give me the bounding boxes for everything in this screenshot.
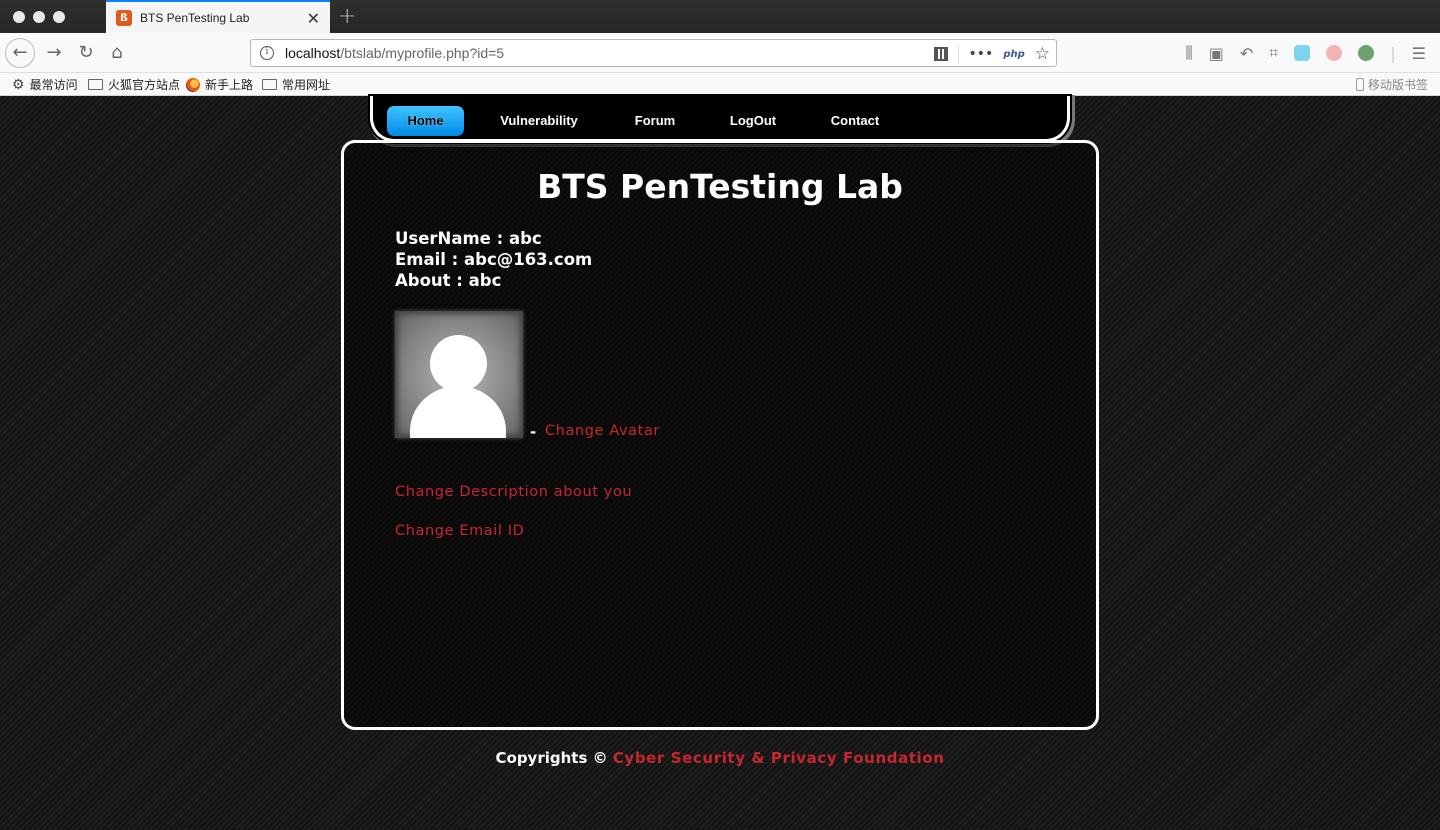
bookmark-common-sites[interactable]: 常用网址 <box>262 76 330 93</box>
page-actions-icon[interactable]: ••• <box>969 46 994 62</box>
menu-item-vulnerability[interactable]: Vulnerability <box>485 106 593 136</box>
bookmark-firefox-official[interactable]: 火狐官方站点 <box>88 76 180 93</box>
url-bar[interactable]: i localhost/btslab/myprofile.php?id=5 ••… <box>250 39 1057 67</box>
firefox-icon <box>186 77 200 92</box>
qr-code-icon[interactable] <box>933 47 948 61</box>
tab-close-icon[interactable]: ✕ <box>307 9 320 28</box>
bookmark-star-icon[interactable]: ☆ <box>1035 44 1050 64</box>
email-line: Email : abc@163.com <box>395 250 593 269</box>
php-icon[interactable]: php <box>1003 49 1024 60</box>
hamburger-menu-icon[interactable]: ☰ <box>1412 44 1426 63</box>
menu-item-contact[interactable]: Contact <box>820 106 890 136</box>
change-avatar-link[interactable]: Change Avatar <box>545 423 660 439</box>
browser-tab-bar: ß BTS PenTesting Lab ✕ + <box>0 0 1440 33</box>
new-tab-plus-icon[interactable]: + <box>338 4 356 29</box>
menu-item-home[interactable]: Home <box>387 106 464 136</box>
forward-arrow-icon[interactable]: → <box>40 39 68 67</box>
profile-panel: BTS PenTesting Lab UserName : abc Email … <box>341 140 1099 730</box>
bookmark-getting-started[interactable]: 新手上路 <box>186 76 253 93</box>
avatar-body-shape <box>410 386 506 438</box>
avatar-head-shape <box>430 335 487 392</box>
url-bar-icons: ••• php ☆ <box>933 43 1050 65</box>
phone-icon <box>1355 78 1364 91</box>
profile-info: UserName : abc Email : abc@163.com About… <box>395 228 592 291</box>
library-icon[interactable]: ⫼ <box>1185 43 1192 63</box>
back-arrow-icon[interactable]: ← <box>5 38 35 68</box>
folder-icon <box>88 79 103 90</box>
extension-cube-icon[interactable] <box>1294 45 1311 61</box>
bookmarks-bar: ⚙ 最常访问 火狐官方站点 新手上路 常用网址 移动版书签 <box>0 73 1440 96</box>
menu-item-forum[interactable]: Forum <box>625 106 685 136</box>
extension-link-icon[interactable] <box>1326 45 1343 61</box>
mobile-bookmarks[interactable]: 移动版书签 <box>1355 76 1428 93</box>
copyright-label: Copyrights © <box>495 749 613 767</box>
extension-shield-icon[interactable] <box>1358 45 1375 61</box>
toolbar-extensions: ⫼ ▣ ↶ ⌗ | ☰ <box>1185 43 1426 63</box>
home-icon[interactable]: ⌂ <box>103 39 131 67</box>
url-text[interactable]: localhost/btslab/myprofile.php?id=5 <box>285 45 504 61</box>
maximize-window-button[interactable] <box>53 11 65 23</box>
crop-icon[interactable]: ⌗ <box>1269 43 1278 63</box>
sidebar-icon[interactable]: ▣ <box>1209 44 1224 63</box>
username-line: UserName : abc <box>395 229 542 248</box>
browser-tab[interactable]: ß BTS PenTesting Lab ✕ <box>106 0 330 33</box>
xampp-favicon-icon: ß <box>116 9 132 26</box>
toolbar-divider: | <box>1390 43 1396 63</box>
foundation-link[interactable]: Cyber Security & Privacy Foundation <box>613 749 945 767</box>
browser-toolbar: ← → ↻ ⌂ i localhost/btslab/myprofile.php… <box>0 33 1440 73</box>
page-title: BTS PenTesting Lab <box>537 167 903 206</box>
undo-icon[interactable]: ↶ <box>1240 44 1253 63</box>
folder-icon <box>262 79 277 90</box>
reload-icon[interactable]: ↻ <box>72 39 100 67</box>
about-line: About : abc <box>395 271 502 290</box>
bookmark-most-visited[interactable]: ⚙ 最常访问 <box>12 76 78 93</box>
close-window-button[interactable] <box>13 11 25 23</box>
footer: Copyrights © Cyber Security & Privacy Fo… <box>0 749 1440 767</box>
page-background: Home Vulnerability Forum LogOut Contact … <box>0 96 1440 830</box>
main-menu: Home Vulnerability Forum LogOut Contact <box>370 96 1070 142</box>
menu-item-logout[interactable]: LogOut <box>718 106 788 136</box>
change-email-link[interactable]: Change Email ID <box>395 523 524 539</box>
gear-icon: ⚙ <box>12 76 25 92</box>
change-description-link[interactable]: Change Description about you <box>395 484 632 500</box>
site-info-icon[interactable]: i <box>260 46 274 60</box>
avatar <box>395 311 523 438</box>
tab-title: BTS PenTesting Lab <box>140 10 250 25</box>
minimize-window-button[interactable] <box>33 11 45 23</box>
url-separator <box>957 44 959 64</box>
avatar-dash: - <box>530 423 537 441</box>
